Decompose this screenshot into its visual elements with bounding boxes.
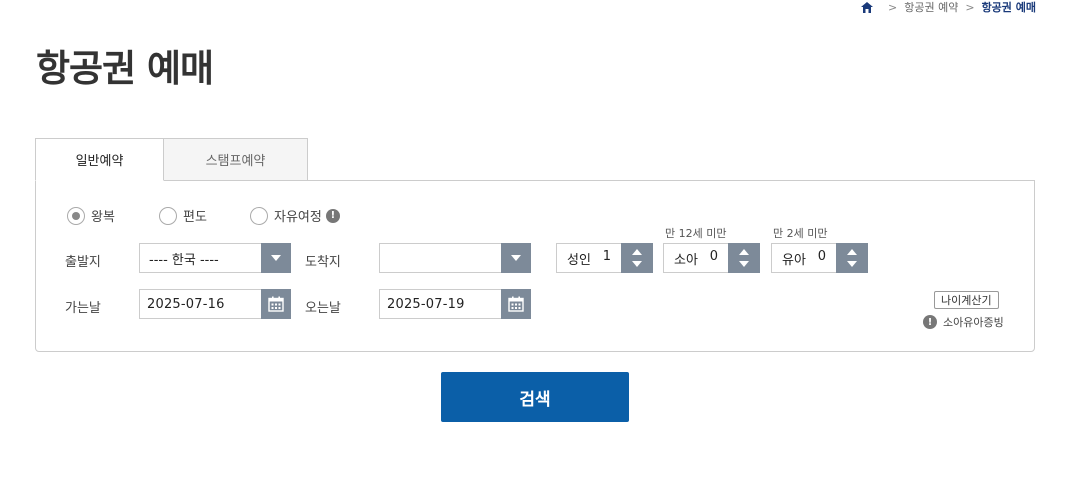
radio-label: 편도 (183, 210, 207, 225)
radio-circle[interactable] (159, 206, 177, 225)
child-infant-proof-link[interactable]: ! 소아유아증빙 (923, 314, 1004, 330)
infant-label: 유아 (782, 252, 806, 268)
stepper-buttons[interactable] (836, 242, 868, 273)
radio-circle[interactable] (250, 206, 268, 225)
infant-stepper[interactable]: 유아 0 (771, 242, 868, 273)
return-date-value: 2025-07-19 (387, 296, 465, 312)
info-icon: ! (923, 315, 937, 329)
home-icon[interactable] (861, 1, 874, 13)
radio-label: 왕복 (91, 210, 115, 225)
breadcrumb-current: 항공권 예매 (981, 1, 1036, 14)
proof-label: 소아유아증빙 (943, 316, 1004, 329)
infant-age-note: 만 2세 미만 (773, 227, 828, 240)
stepper-buttons[interactable] (621, 242, 653, 273)
adult-stepper[interactable]: 성인 1 (556, 242, 653, 273)
depart-date-value: 2025-07-16 (147, 296, 225, 312)
return-date-field[interactable]: 2025-07-19 (379, 288, 531, 319)
arrival-label: 도착지 (305, 255, 341, 270)
breadcrumb-item[interactable]: 항공권 예약 (904, 0, 958, 15)
chevron-right-icon: > (965, 0, 975, 14)
chevron-down-icon (511, 254, 521, 261)
increment-icon[interactable] (739, 248, 749, 255)
radio-round-trip[interactable]: 왕복 (67, 206, 159, 225)
departure-label: 출발지 (65, 255, 101, 270)
depart-date-field[interactable]: 2025-07-16 (139, 288, 291, 319)
breadcrumb: > 항공권 예약 > 항공권 예매 (861, 0, 1036, 14)
stepper-buttons[interactable] (728, 242, 760, 273)
age-calculator-button[interactable]: 나이계산기 (934, 291, 999, 309)
child-count: 0 (709, 248, 718, 264)
dropdown-button[interactable] (501, 242, 531, 273)
radio-circle[interactable] (67, 206, 85, 225)
page-title: 항공권 예매 (36, 47, 214, 90)
arrival-select[interactable] (379, 242, 531, 273)
tab-general-booking[interactable]: 일반예약 (35, 138, 164, 181)
return-date-label: 오는날 (305, 301, 341, 316)
trip-type-group: 왕복 편도 자유여정 ! (67, 206, 340, 225)
radio-label: 자유여정 (274, 210, 322, 225)
calendar-button[interactable] (501, 288, 531, 319)
calendar-button[interactable] (261, 288, 291, 319)
search-button[interactable]: 검색 (441, 372, 629, 422)
child-stepper[interactable]: 소아 0 (663, 242, 760, 273)
adult-count: 1 (602, 248, 611, 264)
decrement-icon[interactable] (739, 260, 749, 267)
info-icon[interactable]: ! (325, 208, 340, 223)
decrement-icon[interactable] (632, 260, 642, 267)
depart-date-label: 가는날 (65, 301, 101, 316)
adult-label: 성인 (567, 252, 591, 268)
departure-value: ---- 한국 ---- (149, 252, 219, 268)
increment-icon[interactable] (847, 248, 857, 255)
increment-icon[interactable] (632, 248, 642, 255)
chevron-right-icon: > (888, 0, 898, 14)
radio-multi-city[interactable]: 자유여정 ! (250, 206, 340, 225)
decrement-icon[interactable] (847, 260, 857, 267)
booking-panel: 왕복 편도 자유여정 ! 출발지 ---- 한국 ---- 도착지 성인 1 만… (35, 180, 1035, 352)
child-label: 소아 (674, 252, 698, 268)
booking-tabs: 일반예약 스탬프예약 (35, 138, 308, 181)
chevron-down-icon (271, 254, 281, 261)
tab-stamp-booking[interactable]: 스탬프예약 (164, 138, 308, 181)
departure-select[interactable]: ---- 한국 ---- (139, 242, 291, 273)
calendar-icon (268, 296, 284, 312)
child-age-note: 만 12세 미만 (665, 227, 727, 240)
infant-count: 0 (817, 248, 826, 264)
calendar-icon (508, 296, 524, 312)
radio-one-way[interactable]: 편도 (159, 206, 250, 225)
dropdown-button[interactable] (261, 242, 291, 273)
